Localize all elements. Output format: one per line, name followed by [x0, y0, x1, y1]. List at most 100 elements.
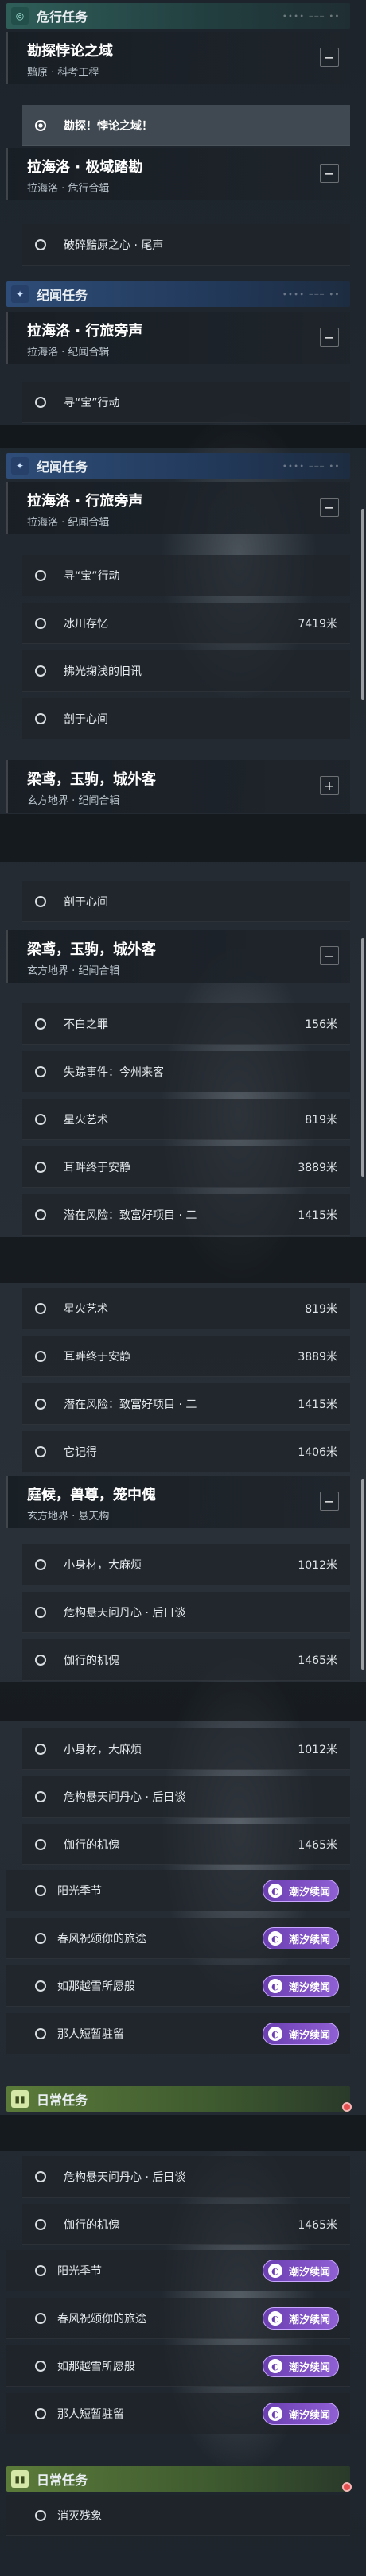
- event-quest-row[interactable]: 如那越雪所愿般 ◐ 潮汐续闻: [6, 2345, 350, 2387]
- quest-step-row[interactable]: 小身材，大麻烦 1012米: [22, 1544, 350, 1585]
- quest-step-row[interactable]: 寻“宝”行动: [22, 382, 350, 423]
- tide-event-badge: ◐ 潮汐续闻: [262, 2403, 339, 2425]
- badge-label: 潮汐续闻: [288, 1934, 330, 1946]
- distance-label: 1465米: [298, 1839, 337, 1852]
- quest-step-row[interactable]: 危构悬天问丹心 · 后日谈: [22, 2156, 350, 2198]
- quest-entry[interactable]: 梁鸢，玉驹，城外客 玄方地界 · 纪闻合辑 −: [6, 930, 350, 983]
- event-quest-row[interactable]: 春风祝颂你的旅途 ◐ 潮汐续闻: [6, 2298, 350, 2339]
- step-label: 危构悬天问丹心 · 后日谈: [64, 2171, 186, 2184]
- quest-step-row[interactable]: 危构悬天问丹心 · 后日谈: [22, 1776, 350, 1818]
- tide-event-badge: ◐ 潮汐续闻: [262, 1880, 339, 1902]
- quest-entry[interactable]: 庭候，兽尊，笼中傀 玄方地界 · 悬天构 −: [6, 1476, 350, 1528]
- tide-icon: ◐: [267, 2311, 282, 2326]
- badge-label: 潮汐续闻: [288, 2029, 330, 2042]
- quest-entry[interactable]: 勘探悖论之域 黯原 · 科考工程 −: [6, 32, 350, 84]
- step-label: 伽行的机傀: [64, 2219, 119, 2232]
- expand-button[interactable]: +: [320, 776, 339, 795]
- category-label: 日常任务: [37, 2473, 88, 2488]
- quest-step-row[interactable]: 剖于心间: [22, 698, 350, 739]
- scrollbar-thumb[interactable]: [361, 509, 364, 700]
- quest-step-row[interactable]: 伽行的机傀 1465米: [22, 1824, 350, 1865]
- quest-step-row[interactable]: 潜在风险：致富好项目 · 二 1415米: [22, 1194, 350, 1236]
- quest-step-row[interactable]: 剖于心间: [22, 881, 350, 922]
- quest-step-row[interactable]: 消灭残象: [6, 2495, 350, 2536]
- radio-icon: [35, 1885, 46, 1896]
- radio-icon: [35, 1839, 46, 1850]
- category-legend-header[interactable]: ✦ 纪闻任务 •••• ─── ••: [6, 453, 350, 479]
- step-label: 潜在风险：致富好项目 · 二: [64, 1209, 197, 1222]
- radio-icon: [35, 1446, 46, 1457]
- radio-icon: [35, 2510, 46, 2521]
- category-danger-header[interactable]: ◎ 危行任务 •••• ─── ••: [6, 3, 350, 29]
- radio-icon: [35, 2313, 46, 2324]
- scrollbar-thumb[interactable]: [361, 938, 364, 1177]
- distance-label: 1415米: [298, 1399, 337, 1411]
- category-daily-header[interactable]: ▮▮ 日常任务: [6, 2086, 350, 2112]
- quest-step-row[interactable]: 星火艺术 819米: [22, 1099, 350, 1140]
- quest-step-row[interactable]: 星火艺术 819米: [22, 1288, 350, 1329]
- event-quest-row[interactable]: 阳光季节 ◐ 潮汐续闻: [6, 2250, 350, 2291]
- radio-icon: [35, 1655, 46, 1666]
- step-label: 星火艺术: [64, 1114, 108, 1127]
- event-quest-row[interactable]: 那人短暂驻留 ◐ 潮汐续闻: [6, 2013, 350, 2054]
- category-legend-header[interactable]: ✦ 纪闻任务 •••• ─── ••: [6, 281, 350, 307]
- tide-icon: ◐: [267, 1979, 282, 1993]
- radio-icon: [35, 1933, 46, 1944]
- collapse-button[interactable]: −: [320, 1492, 339, 1511]
- quest-step-row[interactable]: 勘探！悖论之域！: [22, 105, 350, 146]
- quest-step-row[interactable]: 冰川存忆 7419米: [22, 603, 350, 644]
- radio-icon: [35, 896, 46, 907]
- step-label: 冰川存忆: [64, 618, 108, 630]
- quest-step-row[interactable]: 不白之罪 156米: [22, 1003, 350, 1045]
- distance-label: 3889米: [298, 1351, 337, 1364]
- quest-step-row[interactable]: 拂光掬浅的旧讯: [22, 650, 350, 692]
- distance-label: 819米: [305, 1303, 337, 1316]
- badge-label: 潮汐续闻: [288, 2266, 330, 2279]
- step-label: 如那越雪所愿般: [57, 2361, 135, 2373]
- quest-step-row[interactable]: 破碎黯原之心 · 尾声: [22, 224, 350, 266]
- quest-entry[interactable]: 拉海洛 · 行旅旁声 拉海洛 · 纪闻合辑 −: [6, 312, 350, 364]
- collapse-button[interactable]: −: [320, 498, 339, 517]
- quest-step-row[interactable]: 小身材，大麻烦 1012米: [22, 1728, 350, 1770]
- step-label: 小身材，大麻烦: [64, 1744, 142, 1756]
- scrollbar-thumb[interactable]: [361, 1479, 364, 1670]
- quest-step-row[interactable]: 失踪事件：今州来客: [22, 1051, 350, 1092]
- category-daily-header[interactable]: ▮▮ 日常任务: [6, 2466, 350, 2492]
- badge-label: 潮汐续闻: [288, 2314, 330, 2326]
- collapse-button[interactable]: −: [320, 946, 339, 965]
- quest-subtitle: 拉海洛 · 纪闻合辑: [27, 347, 110, 359]
- quest-step-row[interactable]: 危构悬天问丹心 · 后日谈: [22, 1592, 350, 1633]
- step-label: 拂光掬浅的旧讯: [64, 665, 142, 678]
- collapse-button[interactable]: −: [320, 164, 339, 183]
- quest-step-row[interactable]: 耳畔终于安静 3889米: [22, 1336, 350, 1377]
- quest-entry[interactable]: 拉海洛 · 极域踏勘 拉海洛 · 危行合辑 −: [6, 148, 350, 200]
- quest-title: 庭候，兽尊，笼中傀: [27, 1487, 156, 1503]
- step-label: 失踪事件：今州来客: [64, 1066, 164, 1079]
- quest-step-row[interactable]: 耳畔终于安静 3889米: [22, 1146, 350, 1188]
- event-quest-row[interactable]: 那人短暂驻留 ◐ 潮汐续闻: [6, 2393, 350, 2434]
- event-quest-row[interactable]: 阳光季节 ◐ 潮汐续闻: [6, 1870, 350, 1911]
- quest-step-row[interactable]: 伽行的机傀 1465米: [22, 2204, 350, 2245]
- step-label: 潜在风险：致富好项目 · 二: [64, 1399, 197, 1411]
- badge-label: 潮汐续闻: [288, 2361, 330, 2374]
- collapse-button[interactable]: −: [320, 328, 339, 347]
- radio-icon: [35, 2361, 46, 2372]
- book-icon: ▮▮: [11, 2470, 29, 2488]
- frame-gap: [0, 814, 366, 862]
- step-label: 寻“宝”行动: [64, 397, 120, 409]
- step-label: 伽行的机傀: [64, 1655, 119, 1667]
- quest-step-row[interactable]: 伽行的机傀 1465米: [22, 1639, 350, 1681]
- step-label: 剖于心间: [64, 713, 108, 726]
- collapse-button[interactable]: −: [320, 48, 339, 67]
- quest-entry[interactable]: 拉海洛 · 行旅旁声 拉海洛 · 纪闻合辑 −: [6, 482, 350, 534]
- quest-step-row[interactable]: 它记得 1406米: [22, 1431, 350, 1472]
- radio-icon: [35, 713, 46, 724]
- event-quest-row[interactable]: 春风祝颂你的旅途 ◐ 潮汐续闻: [6, 1918, 350, 1959]
- quest-entry[interactable]: 梁鸢，玉驹，城外客 玄方地界 · 纪闻合辑 +: [6, 760, 350, 813]
- quest-step-row[interactable]: 寻“宝”行动: [22, 555, 350, 596]
- step-label: 阳光季节: [57, 1885, 102, 1898]
- event-quest-row[interactable]: 如那越雪所愿般 ◐ 潮汐续闻: [6, 1965, 350, 2007]
- radio-icon: [35, 1980, 46, 1992]
- quest-step-row[interactable]: 潜在风险：致富好项目 · 二 1415米: [22, 1383, 350, 1425]
- quest-subtitle: 玄方地界 · 悬天构: [27, 1511, 110, 1523]
